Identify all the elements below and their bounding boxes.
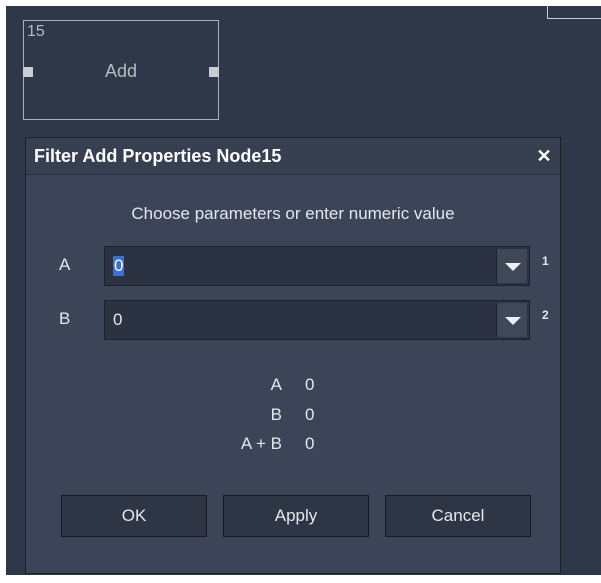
param-b-index: 2 bbox=[542, 308, 549, 322]
summary-row-b: B 0 bbox=[26, 405, 562, 427]
param-a-dropdown-button[interactable] bbox=[496, 249, 527, 283]
node-title: Add bbox=[104, 61, 138, 81]
summary-label: A bbox=[270, 375, 282, 394]
summary-row-sum: A + B 0 bbox=[26, 434, 562, 456]
param-b-label: B bbox=[59, 309, 71, 328]
input-port[interactable] bbox=[23, 67, 33, 77]
partial-node-frame bbox=[547, 6, 601, 19]
output-port[interactable] bbox=[209, 67, 219, 77]
param-a-input[interactable]: 0 bbox=[113, 256, 125, 276]
dialog-titlebar[interactable]: Filter Add Properties Node15 ✕ bbox=[26, 138, 560, 175]
summary-value: 0 bbox=[305, 375, 315, 394]
param-a-label: A bbox=[59, 255, 71, 274]
properties-dialog: Filter Add Properties Node15 ✕ Choose pa… bbox=[25, 137, 561, 574]
instruction-text: Choose parameters or enter numeric value bbox=[131, 204, 455, 223]
apply-button[interactable]: Apply bbox=[223, 495, 369, 537]
param-a-index: 1 bbox=[542, 254, 549, 268]
summary-value: 0 bbox=[305, 434, 315, 453]
node-editor-canvas[interactable]: 15 Add Filter Add Properties Node15 ✕ Ch… bbox=[6, 6, 601, 575]
node-id-label: 15 bbox=[27, 23, 45, 40]
param-b-dropdown-button[interactable] bbox=[496, 303, 527, 337]
summary-row-a: A 0 bbox=[26, 375, 562, 397]
ok-button[interactable]: OK bbox=[61, 495, 207, 537]
chevron-down-icon bbox=[505, 317, 521, 325]
summary-label: B bbox=[270, 405, 282, 424]
cancel-button[interactable]: Cancel bbox=[385, 495, 531, 537]
chevron-down-icon bbox=[505, 263, 521, 271]
param-b-combobox[interactable]: 0 bbox=[104, 300, 530, 340]
dialog-title: Filter Add Properties Node15 bbox=[34, 146, 282, 166]
add-node[interactable]: 15 Add bbox=[23, 20, 219, 120]
param-b-input[interactable]: 0 bbox=[113, 310, 122, 330]
summary-label: A + B bbox=[240, 434, 282, 453]
param-a-combobox[interactable]: 0 bbox=[104, 246, 530, 286]
close-icon[interactable]: ✕ bbox=[534, 146, 554, 166]
summary-value: 0 bbox=[305, 405, 315, 424]
